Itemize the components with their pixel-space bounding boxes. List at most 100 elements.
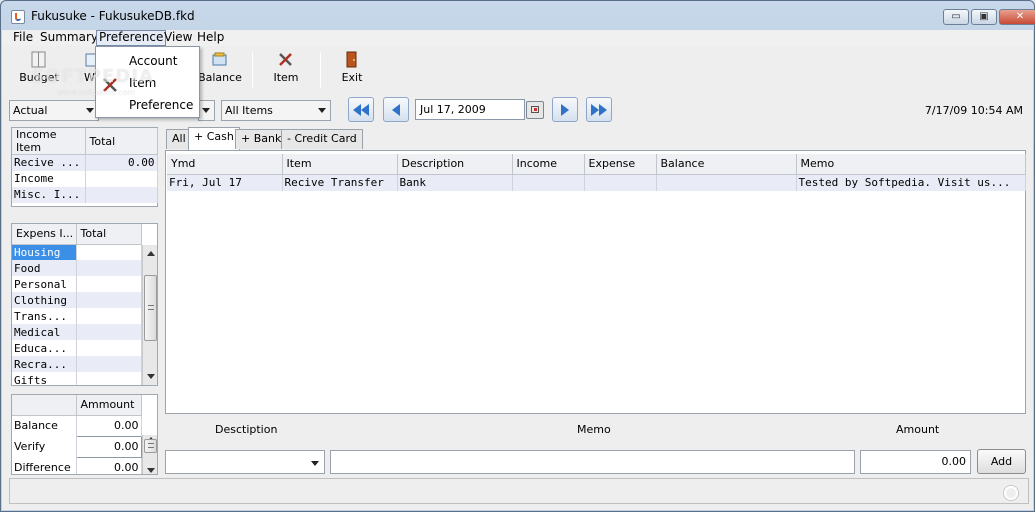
table-row[interactable]: Trans... [12, 308, 142, 324]
table-row[interactable]: Clothing [12, 292, 142, 308]
chevron-down-icon [318, 108, 326, 113]
verify-input[interactable]: 0.00 [75, 435, 142, 458]
chevron-down-icon [86, 108, 94, 113]
right-arrow-icon [561, 104, 569, 116]
book-icon [31, 51, 46, 68]
previous-period-button[interactable] [383, 97, 409, 122]
balance-panel: Ammount Balance 0.00 Verify 0.00 Differenc… [11, 394, 158, 475]
items-select-value: All Items [225, 104, 273, 117]
expense-scrollbar[interactable] [142, 245, 157, 385]
exit-button[interactable]: Exit [321, 46, 383, 94]
add-button[interactable]: Add [977, 449, 1026, 474]
table-row[interactable]: Educa... [12, 340, 142, 356]
tab-cash[interactable]: + Cash [188, 127, 240, 150]
menu-preference[interactable]: Preference [96, 30, 167, 46]
date-field[interactable]: Jul 17, 2009 [415, 99, 525, 120]
item-button[interactable]: Item [255, 46, 317, 94]
close-button[interactable]: ✕ [999, 9, 1035, 25]
table-row[interactable]: Income [12, 170, 158, 187]
table-row[interactable]: Recra... [12, 356, 142, 372]
table-row[interactable]: Difference 0.00 [12, 457, 142, 474]
memo-label: Memo [577, 423, 611, 436]
toolbar-separator [252, 52, 253, 88]
view-select[interactable]: Actual [9, 100, 99, 121]
item-label: Item [273, 71, 299, 84]
menu-item-account[interactable]: Account [129, 54, 177, 68]
title-bar: Fukusuke - FukusukeDB.fkd ▭ ▣ ✕ [1, 1, 1035, 31]
menu-bar: File Summary Preference View Help [2, 30, 1033, 46]
table-row[interactable]: Gifts [12, 372, 142, 385]
menu-item-preference[interactable]: Preference [129, 98, 193, 112]
expense-panel: Expens I... Total Housing Food Personal C… [11, 223, 158, 386]
amount-header[interactable]: Ammount [76, 395, 142, 416]
chevron-down-icon [202, 108, 210, 113]
next-period-button[interactable] [552, 97, 578, 122]
item-header[interactable]: Item [282, 154, 398, 175]
ymd-header[interactable]: Ymd [167, 154, 283, 175]
scroll-down-icon [147, 374, 155, 379]
double-right-arrow-icon [591, 104, 607, 116]
maximize-button[interactable]: ▣ [971, 9, 997, 25]
tools-icon [279, 53, 292, 66]
period-select[interactable] [198, 100, 215, 121]
menu-view[interactable]: View [162, 30, 194, 46]
budget-label: Budget [19, 71, 59, 84]
balance-scrollbar[interactable] [142, 435, 157, 474]
tools-icon [103, 78, 117, 92]
menu-help[interactable]: Help [195, 30, 226, 46]
calendar-button[interactable] [526, 101, 544, 119]
clock: 7/17/09 10:54 AM [924, 104, 1023, 117]
table-row[interactable]: Personal [12, 276, 142, 292]
view-select-value: Actual [13, 104, 48, 117]
first-period-button[interactable] [348, 97, 374, 122]
door-icon [346, 51, 357, 68]
amount-input[interactable]: 0.00 [860, 450, 971, 474]
description-label: Desctiption [215, 423, 278, 436]
table-row[interactable]: Verify 0.00 [12, 435, 142, 458]
expense-total-header[interactable]: Total [76, 224, 142, 245]
income-header[interactable]: Income [512, 154, 585, 175]
transactions-table: Ymd Item Description Income Expense Bala… [167, 154, 1026, 191]
app-window: Fukusuke - FukusukeDB.fkd ▭ ▣ ✕ File Sum… [0, 0, 1035, 512]
table-row[interactable]: Fri, Jul 17 Recive Transfer Bank Tested … [167, 174, 1026, 191]
scroll-thumb[interactable] [144, 439, 157, 453]
table-row[interactable]: Misc. I... [12, 186, 158, 203]
description-select[interactable] [165, 450, 325, 474]
expense-header[interactable]: Expense [584, 154, 657, 175]
minimize-button[interactable]: ▭ [943, 9, 969, 25]
income-total-header[interactable]: Total [85, 128, 158, 155]
items-select[interactable]: All Items [221, 100, 331, 121]
status-bar [9, 478, 1029, 504]
expense-table: Expens I... Total Housing Food Personal C… [12, 224, 142, 385]
table-row[interactable]: Recive ... 0.00 [12, 154, 158, 171]
double-left-arrow-icon [353, 104, 369, 116]
scroll-up-icon [147, 251, 155, 256]
left-arrow-icon [392, 104, 400, 116]
memo-input[interactable] [330, 450, 855, 474]
table-row[interactable]: Housing [12, 244, 142, 260]
menu-file[interactable]: File [11, 30, 35, 46]
scroll-down-icon [147, 468, 155, 473]
transactions-panel: Ymd Item Description Income Expense Bala… [165, 150, 1026, 414]
last-period-button[interactable] [586, 97, 612, 122]
amount-label: Amount [896, 423, 940, 436]
scroll-thumb[interactable] [144, 275, 157, 341]
balance-header[interactable]: Balance [656, 154, 797, 175]
table-row[interactable]: Medical [12, 324, 142, 340]
income-item-header[interactable]: Income Item [12, 128, 86, 155]
window-title: Fukusuke - FukusukeDB.fkd [31, 9, 195, 23]
table-row[interactable]: Balance 0.00 [12, 415, 142, 436]
menu-summary[interactable]: Summary [38, 30, 100, 46]
budget-button[interactable]: Budget [8, 46, 70, 94]
menu-item-item[interactable]: Item [129, 76, 156, 90]
chevron-down-icon [311, 461, 319, 466]
balance-icon [212, 52, 227, 66]
table-row[interactable]: Food [12, 260, 142, 276]
preference-menu: Account Item Preference [95, 46, 200, 118]
java-app-icon [11, 10, 25, 24]
tab-bank[interactable]: + Bank [235, 129, 288, 149]
memo-header[interactable]: Memo [796, 154, 1026, 175]
tab-credit-card[interactable]: - Credit Card [281, 129, 363, 149]
expense-item-header[interactable]: Expens I... [12, 224, 77, 245]
description-header[interactable]: Description [397, 154, 513, 175]
